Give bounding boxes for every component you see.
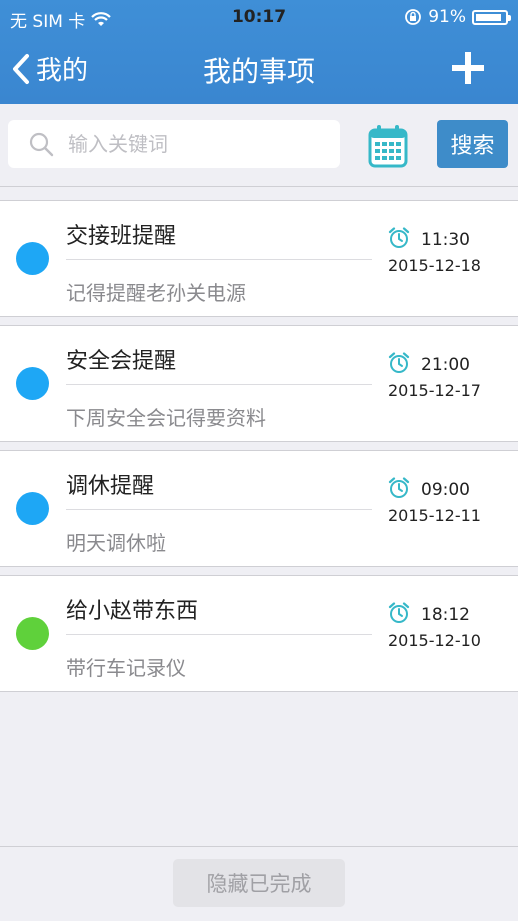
item-title: 安全会提醒 bbox=[66, 349, 177, 374]
divider bbox=[66, 384, 372, 385]
item-time: 11:30 bbox=[421, 230, 470, 250]
calendar-button[interactable] bbox=[368, 124, 408, 168]
item-note: 明天调休啦 bbox=[66, 531, 166, 555]
alarm-clock-icon bbox=[388, 352, 410, 373]
item-note: 记得提醒老孙关电源 bbox=[66, 281, 246, 305]
orientation-lock-icon bbox=[405, 9, 422, 25]
status-dot bbox=[16, 617, 49, 650]
divider bbox=[66, 509, 372, 510]
list-item[interactable]: 给小赵带东西 带行车记录仪 18:12 2015-12-10 bbox=[0, 575, 518, 692]
status-bar: 无 SIM 卡 10:17 91% bbox=[0, 0, 518, 34]
item-time: 09:00 bbox=[421, 480, 470, 500]
header-bar: 无 SIM 卡 10:17 91% 我的 我的事项 bbox=[0, 0, 518, 104]
calendar-icon bbox=[368, 125, 408, 168]
bottom-bar: 隐藏已完成 bbox=[0, 846, 518, 921]
list-item[interactable]: 交接班提醒 记得提醒老孙关电源 11:30 2015-12-18 bbox=[0, 200, 518, 317]
alarm-clock-icon bbox=[388, 602, 410, 623]
status-right: 91% bbox=[404, 7, 511, 27]
status-dot bbox=[16, 492, 49, 525]
status-dot bbox=[16, 242, 49, 275]
divider bbox=[66, 259, 372, 260]
item-note: 下周安全会记得要资料 bbox=[66, 406, 266, 430]
status-dot bbox=[16, 367, 49, 400]
item-note: 带行车记录仪 bbox=[66, 656, 186, 680]
item-date: 2015-12-10 bbox=[388, 631, 481, 650]
battery-fill bbox=[476, 13, 502, 21]
item-time: 18:12 bbox=[421, 605, 470, 625]
list-item[interactable]: 调休提醒 明天调休啦 09:00 2015-12-11 bbox=[0, 450, 518, 567]
item-title: 给小赵带东西 bbox=[66, 599, 199, 624]
search-icon bbox=[29, 132, 54, 157]
alarm-clock-icon bbox=[388, 227, 410, 248]
item-time: 21:00 bbox=[421, 355, 470, 375]
item-date: 2015-12-11 bbox=[388, 506, 481, 525]
battery-percent: 91% bbox=[428, 7, 466, 27]
item-date: 2015-12-18 bbox=[388, 256, 481, 275]
item-date: 2015-12-17 bbox=[388, 381, 481, 400]
alarm-clock-icon bbox=[388, 477, 410, 498]
divider bbox=[66, 634, 372, 635]
item-title: 交接班提醒 bbox=[66, 224, 177, 249]
search-field[interactable] bbox=[8, 120, 340, 168]
list-item[interactable]: 安全会提醒 下周安全会记得要资料 21:00 2015-12-17 bbox=[0, 325, 518, 442]
search-bar: 搜索 bbox=[0, 104, 518, 187]
item-title: 调休提醒 bbox=[66, 474, 155, 499]
page-title: 我的事项 bbox=[202, 55, 315, 88]
battery-icon bbox=[472, 9, 511, 25]
hide-completed-button[interactable]: 隐藏已完成 bbox=[173, 859, 345, 907]
add-button[interactable] bbox=[452, 52, 484, 84]
search-input[interactable] bbox=[66, 131, 310, 157]
search-button[interactable]: 搜索 bbox=[437, 120, 508, 168]
